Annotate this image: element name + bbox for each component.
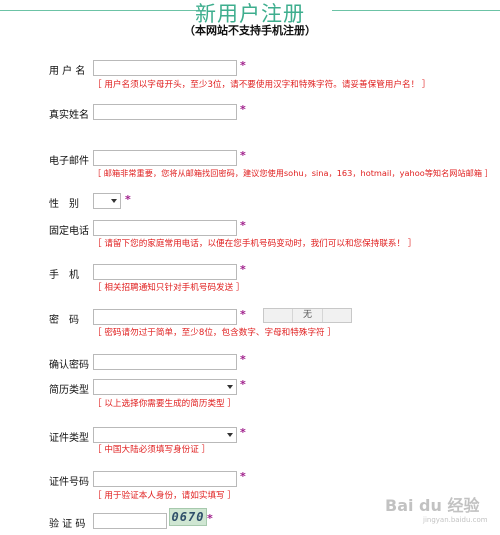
id-number-label: 证件号码 (49, 477, 89, 488)
page-subtitle: （本网站不支持手机注册） (184, 24, 316, 37)
required-mark: * (240, 378, 246, 391)
password-label: 密 码 (49, 315, 79, 326)
resume-type-hint: ［ 以上选择你需要生成的简历类型 ］ (93, 399, 236, 409)
required-mark: * (240, 219, 246, 232)
email-input[interactable] (93, 150, 237, 166)
required-mark: * (240, 353, 246, 366)
username-label: 用 户 名 (49, 66, 86, 77)
required-mark: * (240, 59, 246, 72)
watermark: Bai du 经验 jingyan.baidu.com (385, 492, 488, 524)
required-mark: * (240, 103, 246, 116)
required-mark: * (240, 149, 246, 162)
resume-type-select[interactable] (93, 379, 237, 395)
strength-segment (264, 309, 294, 322)
id-type-hint: ［ 中国大陆必须填写身份证 ］ (93, 445, 211, 455)
phone-hint: ［ 请留下您的家庭常用电话，以便在您手机号码变动时，我们可以和您保持联系！ ］ (93, 239, 417, 249)
required-mark: * (207, 512, 213, 525)
email-hint: ［ 邮箱非常重要，您将从邮箱找回密码，建议您使用sohu，sina，163，ho… (93, 168, 493, 178)
captcha-label: 验 证 码 (49, 519, 86, 530)
chevron-down-icon (227, 385, 233, 389)
gender-label: 性 别 (49, 199, 79, 210)
password-input[interactable] (93, 309, 237, 325)
page-header: 新用户注册 （本网站不支持手机注册） (0, 0, 500, 40)
strength-segment (323, 309, 351, 322)
mobile-input[interactable] (93, 264, 237, 280)
id-number-hint: ［ 用于验证本人身份，请如实填写 ］ (93, 491, 236, 501)
mobile-hint: ［ 相关招聘通知只针对手机号码发送 ］ (93, 283, 245, 293)
chevron-down-icon (227, 433, 233, 437)
strength-segment-text: 无 (293, 309, 323, 322)
password-hint: ［ 密码请勿过于简单，至少8位，包含数字、字母和特殊字符 ］ (93, 328, 336, 338)
phone-input[interactable] (93, 220, 237, 236)
phone-label: 固定电话 (49, 226, 89, 237)
watermark-text: Bai du 经验 (385, 496, 480, 515)
realname-label: 真实姓名 (49, 110, 89, 121)
required-mark: * (240, 426, 246, 439)
required-mark: * (240, 263, 246, 276)
chevron-down-icon (111, 199, 117, 203)
mobile-label: 手 机 (49, 270, 79, 281)
required-mark: * (240, 470, 246, 483)
resume-type-label: 简历类型 (49, 385, 89, 396)
username-input[interactable] (93, 60, 237, 76)
email-label: 电子邮件 (49, 156, 89, 167)
id-type-select[interactable] (93, 427, 237, 443)
captcha-image[interactable]: 0670 (169, 508, 207, 526)
captcha-input[interactable] (93, 513, 167, 529)
required-mark: * (240, 308, 246, 321)
confirm-password-label: 确认密码 (49, 360, 89, 371)
id-number-input[interactable] (93, 471, 237, 487)
confirm-password-input[interactable] (93, 354, 237, 370)
id-type-label: 证件类型 (49, 433, 89, 444)
watermark-sub: jingyan.baidu.com (423, 516, 488, 524)
realname-input[interactable] (93, 104, 237, 120)
gender-select[interactable] (93, 193, 121, 209)
required-mark: * (125, 193, 131, 206)
password-strength-meter: 无 (263, 308, 352, 323)
username-hint: ［ 用户名须以字母开头，至少3位，请不要使用汉字和特殊字符。请妥善保管用户名！ … (93, 80, 431, 90)
